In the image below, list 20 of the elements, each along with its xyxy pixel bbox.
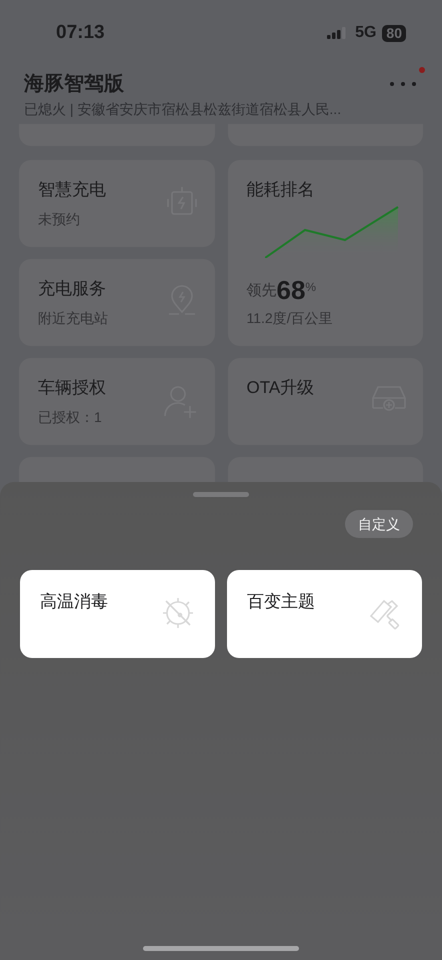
percent-unit: %	[305, 279, 316, 296]
ranking-value: 68	[276, 276, 306, 304]
feature-tile[interactable]: 高温消毒	[20, 570, 215, 658]
card-title: 能耗排名	[246, 179, 314, 201]
customize-button[interactable]: 自定义	[345, 510, 413, 538]
card-title: 智慧充电	[38, 179, 106, 201]
feature-tile[interactable]: 百变主题	[227, 570, 422, 658]
tile-title: 高温消毒	[40, 591, 108, 613]
network-type: 5G	[355, 23, 376, 43]
card-title: OTA升级	[246, 377, 314, 399]
feature-card[interactable]: OTA升级	[228, 358, 423, 445]
no-germ-icon	[161, 596, 195, 630]
clock-time: 07:13	[56, 20, 105, 45]
signal-icon	[327, 27, 346, 39]
card-title: 车辆授权	[38, 377, 106, 399]
drag-handle[interactable]	[193, 492, 249, 497]
page-title: 海豚智驾版	[24, 72, 124, 97]
battery-level: 80	[382, 24, 406, 42]
tile-title: 百变主题	[247, 591, 315, 613]
card-title: 充电服务	[38, 278, 106, 300]
